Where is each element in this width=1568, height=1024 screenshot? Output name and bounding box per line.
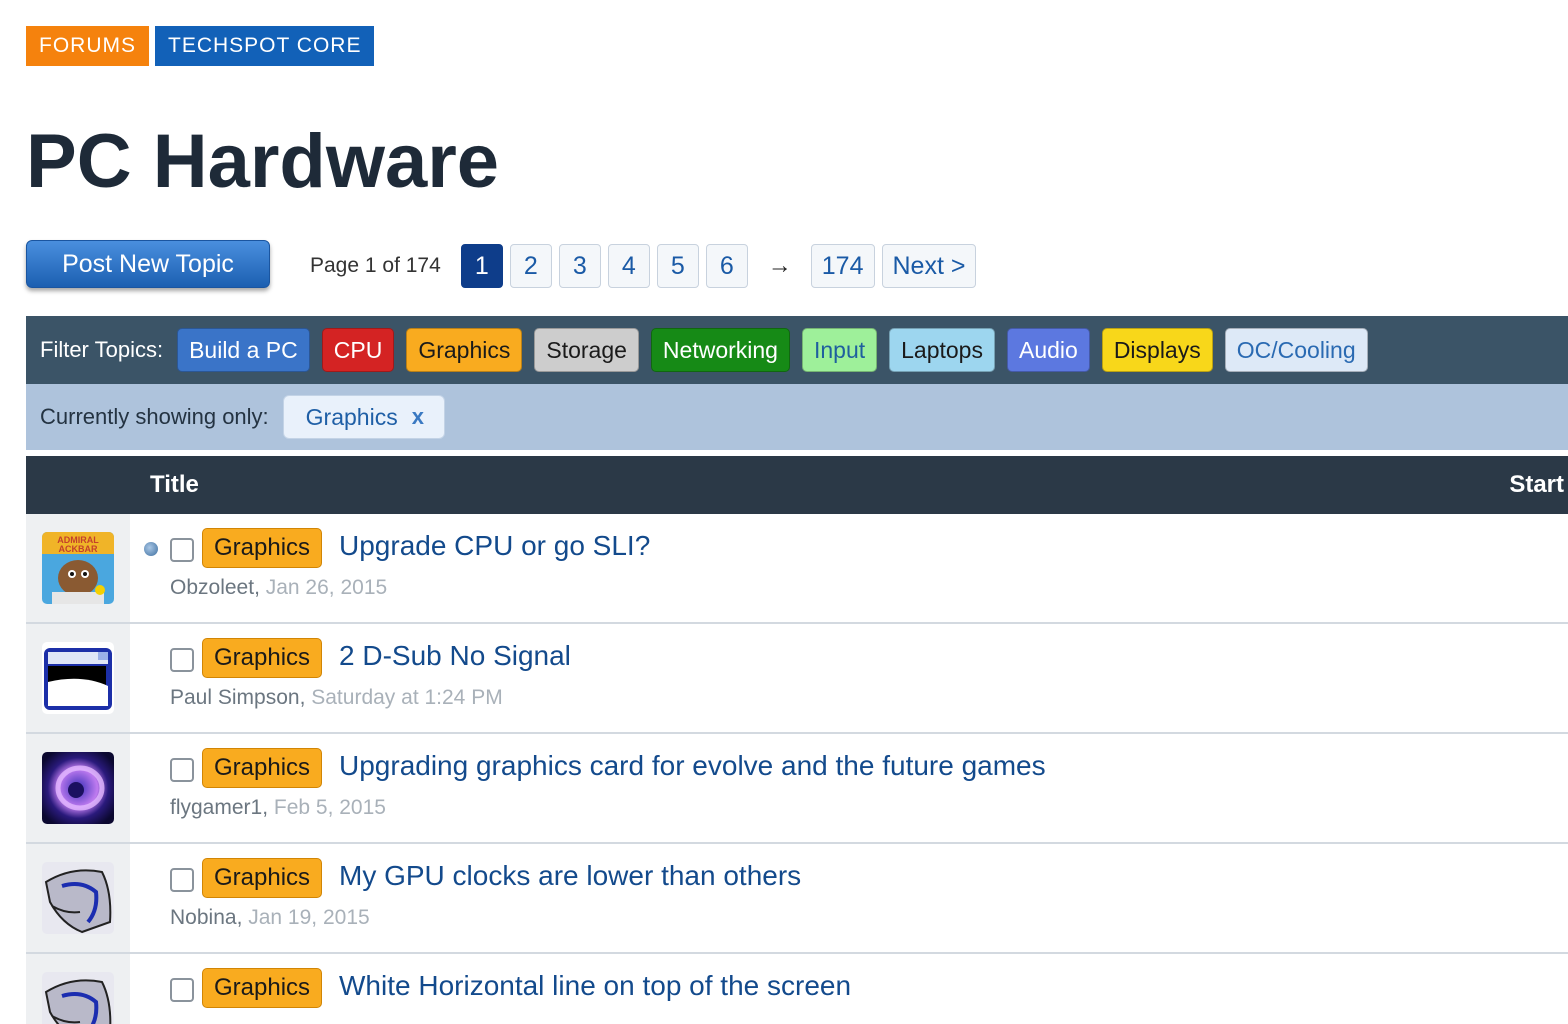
- filter-tag-networking[interactable]: Networking: [650, 328, 790, 372]
- page-last-link[interactable]: 174: [810, 244, 875, 288]
- column-start-header[interactable]: Start: [1509, 471, 1564, 499]
- topic-author[interactable]: Nobina: [170, 906, 237, 929]
- avatar-cell: [26, 624, 130, 732]
- topic-title-link[interactable]: Upgrade CPU or go SLI?: [339, 530, 650, 562]
- skip-arrow-icon: →: [767, 252, 792, 279]
- topic-author[interactable]: flygamer1: [170, 796, 262, 819]
- filter-tag-audio[interactable]: Audio: [1006, 328, 1090, 372]
- filter-tag-build-a-pc[interactable]: Build a PC: [177, 328, 310, 372]
- meta-separator: ,: [236, 906, 249, 929]
- pagination: Page 1 of 174 1 2 3 4 5 6 → 174 Next >: [310, 244, 983, 288]
- topic-prefix-tag[interactable]: Graphics: [202, 858, 323, 898]
- page-1-link[interactable]: 1: [460, 244, 503, 288]
- avatar-cell: ADMIRAL ACKBAR: [26, 514, 130, 622]
- current-filter-label: Currently showing only:: [40, 404, 269, 429]
- topic-prefix-tag[interactable]: Graphics: [202, 968, 323, 1008]
- topic-row: Graphics My GPU clocks are lower than oth…: [26, 844, 1568, 954]
- topic-row: Graphics White Horizontal line on top of …: [26, 954, 1568, 1024]
- active-filter-value: Graphics: [305, 403, 398, 430]
- filter-tag-cpu[interactable]: CPU: [321, 328, 395, 372]
- select-topic-checkbox[interactable]: [170, 758, 194, 782]
- page-6-link[interactable]: 6: [705, 244, 748, 288]
- svg-text:ACKBAR: ACKBAR: [59, 544, 98, 554]
- avatar-cell: [26, 844, 130, 952]
- topic-author[interactable]: Obzoleet: [170, 576, 254, 599]
- filter-tag-input[interactable]: Input: [801, 328, 878, 372]
- select-topic-checkbox[interactable]: [170, 648, 194, 672]
- meta-separator: ,: [262, 796, 274, 819]
- breadcrumb: FORUMS TECHSPOT CORE: [26, 26, 375, 66]
- topic-meta: flygamer1, Feb 5, 2015: [170, 796, 386, 820]
- meta-separator: ,: [254, 576, 266, 599]
- meta-separator: ,: [299, 686, 312, 709]
- filter-tag-laptops[interactable]: Laptops: [889, 328, 995, 372]
- filter-label: Filter Topics:: [40, 337, 164, 362]
- topic-date: Feb 5, 2015: [273, 796, 386, 819]
- table-header: Title Start: [26, 456, 1568, 514]
- avatar[interactable]: [42, 972, 114, 1024]
- select-topic-checkbox[interactable]: [170, 868, 194, 892]
- breadcrumb-forums[interactable]: FORUMS: [26, 26, 149, 66]
- avatar[interactable]: [42, 642, 114, 714]
- topic-meta: Paul Simpson, Saturday at 1:24 PM: [170, 686, 503, 710]
- topic-row: Graphics Upgrading graphics card for evol…: [26, 734, 1568, 844]
- topic-title-link[interactable]: White Horizontal line on top of the scre…: [339, 970, 851, 1002]
- topic-meta: Obzoleet, Jan 26, 2015: [170, 576, 387, 600]
- column-title-header[interactable]: Title: [150, 471, 199, 499]
- breadcrumb-techspot-core[interactable]: TECHSPOT CORE: [155, 26, 375, 66]
- filter-tag-displays[interactable]: Displays: [1101, 328, 1213, 372]
- page-3-link[interactable]: 3: [558, 244, 601, 288]
- page-info: Page 1 of 174: [310, 254, 441, 277]
- topic-date: Jan 19, 2015: [248, 906, 370, 929]
- avatar[interactable]: ADMIRAL ACKBAR: [42, 532, 114, 604]
- topic-meta: Nobina, Jan 19, 2015: [170, 906, 370, 930]
- topic-date: Jan 26, 2015: [265, 576, 388, 599]
- topic-prefix-tag[interactable]: Graphics: [202, 528, 323, 568]
- page-4-link[interactable]: 4: [607, 244, 650, 288]
- topic-prefix-tag[interactable]: Graphics: [202, 748, 323, 788]
- select-topic-checkbox[interactable]: [170, 978, 194, 1002]
- current-filter-bar: Currently showing only: Graphics x: [26, 384, 1568, 450]
- next-page-link[interactable]: Next >: [881, 244, 977, 288]
- avatar[interactable]: [42, 752, 114, 824]
- topic-title-link[interactable]: My GPU clocks are lower than others: [339, 860, 801, 892]
- topic-row: ADMIRAL ACKBAR Graphics Upgrade CPU or go S…: [26, 514, 1568, 624]
- avatar-cell: [26, 734, 130, 842]
- unread-indicator-icon: [144, 542, 158, 556]
- filter-tag-list: Build a PC CPU Graphics Storage Networking In…: [177, 328, 1380, 372]
- topic-list: ADMIRAL ACKBAR Graphics Upgrade CPU or go S…: [26, 514, 1568, 1024]
- page-5-link[interactable]: 5: [656, 244, 699, 288]
- post-new-topic-button[interactable]: Post New Topic: [26, 240, 270, 288]
- remove-filter-button[interactable]: x: [412, 404, 424, 430]
- filter-tag-storage[interactable]: Storage: [534, 328, 639, 372]
- topic-row: Graphics 2 D-Sub No Signal Paul Simpson, S…: [26, 624, 1568, 734]
- avatar-cell: [26, 954, 130, 1024]
- filter-tag-oc-cooling[interactable]: OC/Cooling: [1224, 328, 1368, 372]
- topic-title-link[interactable]: Upgrading graphics card for evolve and t…: [339, 750, 1046, 782]
- topic-title-link[interactable]: 2 D-Sub No Signal: [339, 640, 571, 672]
- topic-date: Saturday at 1:24 PM: [311, 686, 503, 709]
- avatar[interactable]: [42, 862, 114, 934]
- filter-topics-bar: Filter Topics: Build a PC CPU Graphics Stor…: [26, 316, 1568, 384]
- topic-author[interactable]: Paul Simpson: [170, 686, 300, 709]
- select-topic-checkbox[interactable]: [170, 538, 194, 562]
- active-filter-chip: Graphics x: [282, 395, 445, 439]
- filter-tag-graphics[interactable]: Graphics: [406, 328, 523, 372]
- page-title: PC Hardware: [26, 119, 500, 204]
- topic-prefix-tag[interactable]: Graphics: [202, 638, 323, 678]
- page-2-link[interactable]: 2: [509, 244, 552, 288]
